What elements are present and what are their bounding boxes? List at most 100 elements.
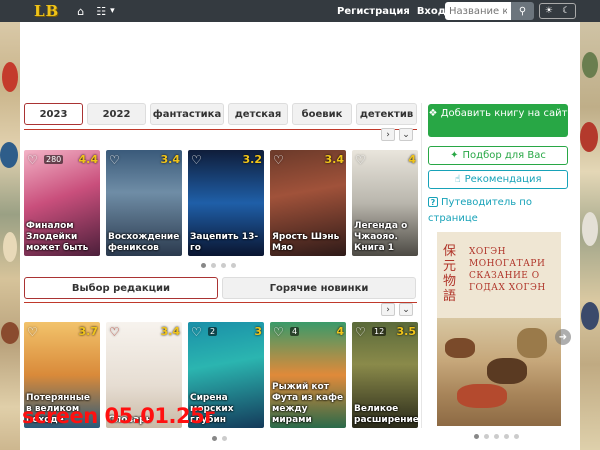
heart-icon[interactable]: ♡ xyxy=(355,325,366,339)
recommend-button[interactable]: ☝ Рекомендация xyxy=(428,170,568,189)
promo-book-cover[interactable]: 保元物語 ХОГЭН МОНОГАТАРИ СКАЗАНИЕ О ГОДАХ Х… xyxy=(437,232,561,426)
section-tabs: Выбор редакции Горячие новинки xyxy=(24,277,416,299)
tab-2023[interactable]: 2023 xyxy=(24,103,83,125)
rating: 3.4 xyxy=(160,325,181,338)
carousel-dot[interactable] xyxy=(221,263,226,268)
page-guide-label: Путеводитель по странице xyxy=(428,197,532,224)
carousel-dot[interactable] xyxy=(514,434,519,439)
theme-toggle[interactable]: ☀ ☾ xyxy=(539,3,576,19)
top-navbar: LB ⌂ ☷ ▾ Регистрация Вход ⚲ ☀ ☾ xyxy=(0,0,600,22)
promo-illustration xyxy=(437,318,561,426)
book-title: Легенда о Чжаояо. Книга 1 xyxy=(354,221,408,253)
carousel-dots xyxy=(201,263,236,268)
book-card[interactable]: ♡ 3.2 Зацепить 13-го xyxy=(188,150,264,256)
rating: 3.2 xyxy=(242,153,263,166)
carousel-dot[interactable] xyxy=(484,434,489,439)
book-title: Ярость Шэнь Мяо xyxy=(272,232,340,253)
add-book-button[interactable]: ❖ Добавить книгу на сайт xyxy=(428,104,568,137)
heart-icon[interactable]: ♡ xyxy=(273,325,284,339)
auth-links: Регистрация Вход xyxy=(337,0,446,22)
rating: 4 xyxy=(336,325,344,338)
site-logo[interactable]: LB xyxy=(34,2,59,20)
rating: 3.5 xyxy=(396,325,417,338)
book-title: Восхождение фениксов xyxy=(108,232,180,253)
book-card[interactable]: ♡ 4 4 Рыжий кот Фута из кафе между мирам… xyxy=(270,322,346,428)
for-you-button[interactable]: ✦ Подбор для Вас xyxy=(428,146,568,165)
carousel-dot[interactable] xyxy=(201,263,206,268)
book-card[interactable]: ♡ 3.4 Ярость Шэнь Мяо xyxy=(270,150,346,256)
heart-icon[interactable]: ♡ xyxy=(27,153,38,167)
heart-icon[interactable]: ♡ xyxy=(273,153,284,167)
promo-next-icon[interactable]: ➜ xyxy=(555,329,571,345)
tab-boevik[interactable]: боевик xyxy=(292,103,352,125)
heart-icon[interactable]: ♡ xyxy=(109,325,120,339)
filter-tabs: 2023 2022 фантастика детская боевик дете… xyxy=(24,103,417,125)
thumbs-up-icon: ☝ xyxy=(454,174,461,185)
tab-fantastika[interactable]: фантастика xyxy=(150,103,224,125)
tabs-underline xyxy=(24,129,417,130)
book-card[interactable]: ♡ 280 4.4 Финалом Злодейки может быть xyxy=(24,150,100,256)
heart-icon[interactable]: ♡ xyxy=(355,153,366,167)
left-background-art xyxy=(0,22,20,450)
promo-dots xyxy=(474,434,519,439)
likes-count: 2 xyxy=(208,327,218,336)
search-button[interactable]: ⚲ xyxy=(511,2,534,20)
carousel-dot[interactable] xyxy=(211,263,216,268)
rating: 4 xyxy=(408,153,416,166)
rating: 3.4 xyxy=(160,153,181,166)
carousel-dot[interactable] xyxy=(231,263,236,268)
rating: 4.4 xyxy=(78,153,99,166)
rating: 3 xyxy=(254,325,262,338)
search-input[interactable] xyxy=(445,2,511,20)
carousel-dot[interactable] xyxy=(474,434,479,439)
tab-2022[interactable]: 2022 xyxy=(87,103,146,125)
home-icon[interactable]: ⌂ xyxy=(77,5,84,18)
book-card[interactable]: ♡ 12 3.5 Великое расширение xyxy=(352,322,418,428)
sun-icon: ☀ xyxy=(544,6,553,16)
tab-detskaya[interactable]: детская xyxy=(228,103,288,125)
heart-icon[interactable]: ♡ xyxy=(27,325,38,339)
book-card[interactable]: ♡ 4 Легенда о Чжаояо. Книга 1 xyxy=(352,150,418,256)
section-underline xyxy=(24,302,417,303)
next-arrow-icon[interactable]: › xyxy=(381,128,395,141)
chevron-down-icon[interactable]: ▾ xyxy=(110,6,115,16)
screenshot-watermark: screen 05.01.25г xyxy=(22,404,215,428)
rating: 3.4 xyxy=(324,153,345,166)
book-title: Рыжий кот Фута из кафе между мирами xyxy=(272,382,344,425)
next-arrow-icon[interactable]: › xyxy=(381,303,395,316)
carousel-dot[interactable] xyxy=(222,436,227,441)
promo-title: ХОГЭН МОНОГАТАРИ СКАЗАНИЕ О ГОДАХ ХОГЭН xyxy=(469,247,546,293)
tab-detektiv[interactable]: детектив xyxy=(356,103,417,125)
carousel-dot[interactable] xyxy=(494,434,499,439)
book-card[interactable]: ♡ 3.4 Восхождение фениксов xyxy=(106,150,182,256)
heart-icon[interactable]: ♡ xyxy=(191,325,202,339)
likes-count: 4 xyxy=(290,327,300,336)
column-divider xyxy=(421,103,422,428)
for-you-label: Подбор для Вас xyxy=(462,150,546,161)
book-title: Финалом Злодейки может быть xyxy=(26,221,89,253)
search-icon: ⚲ xyxy=(518,5,527,17)
tab-hot-new[interactable]: Горячие новинки xyxy=(222,277,416,299)
magic-wand-icon: ✦ xyxy=(450,150,459,161)
books-icon[interactable]: ☷ xyxy=(96,5,106,18)
expand-chevron-icon[interactable]: ⌄ xyxy=(399,303,413,316)
likes-count: 12 xyxy=(372,327,387,336)
heart-icon[interactable]: ♡ xyxy=(109,153,120,167)
puzzle-icon: ❖ xyxy=(428,108,438,119)
recommend-label: Рекомендация xyxy=(464,174,542,185)
promo-cjk-title: 保元物語 xyxy=(443,244,457,304)
question-icon: ? xyxy=(428,197,438,207)
carousel-dot[interactable] xyxy=(212,436,217,441)
page-guide-link[interactable]: ? Путеводитель по странице xyxy=(428,195,568,227)
add-book-label: Добавить книгу на сайт xyxy=(440,108,568,119)
register-link[interactable]: Регистрация xyxy=(337,6,410,17)
carousel-dots xyxy=(212,436,227,441)
expand-chevron-icon[interactable]: ⌄ xyxy=(399,128,413,141)
rating: 3.7 xyxy=(78,325,99,338)
carousel-dot[interactable] xyxy=(504,434,509,439)
book-title: Зацепить 13-го xyxy=(190,232,259,253)
tab-editors-choice[interactable]: Выбор редакции xyxy=(24,277,218,299)
moon-icon: ☾ xyxy=(562,6,571,16)
login-link[interactable]: Вход xyxy=(417,6,446,17)
heart-icon[interactable]: ♡ xyxy=(191,153,202,167)
